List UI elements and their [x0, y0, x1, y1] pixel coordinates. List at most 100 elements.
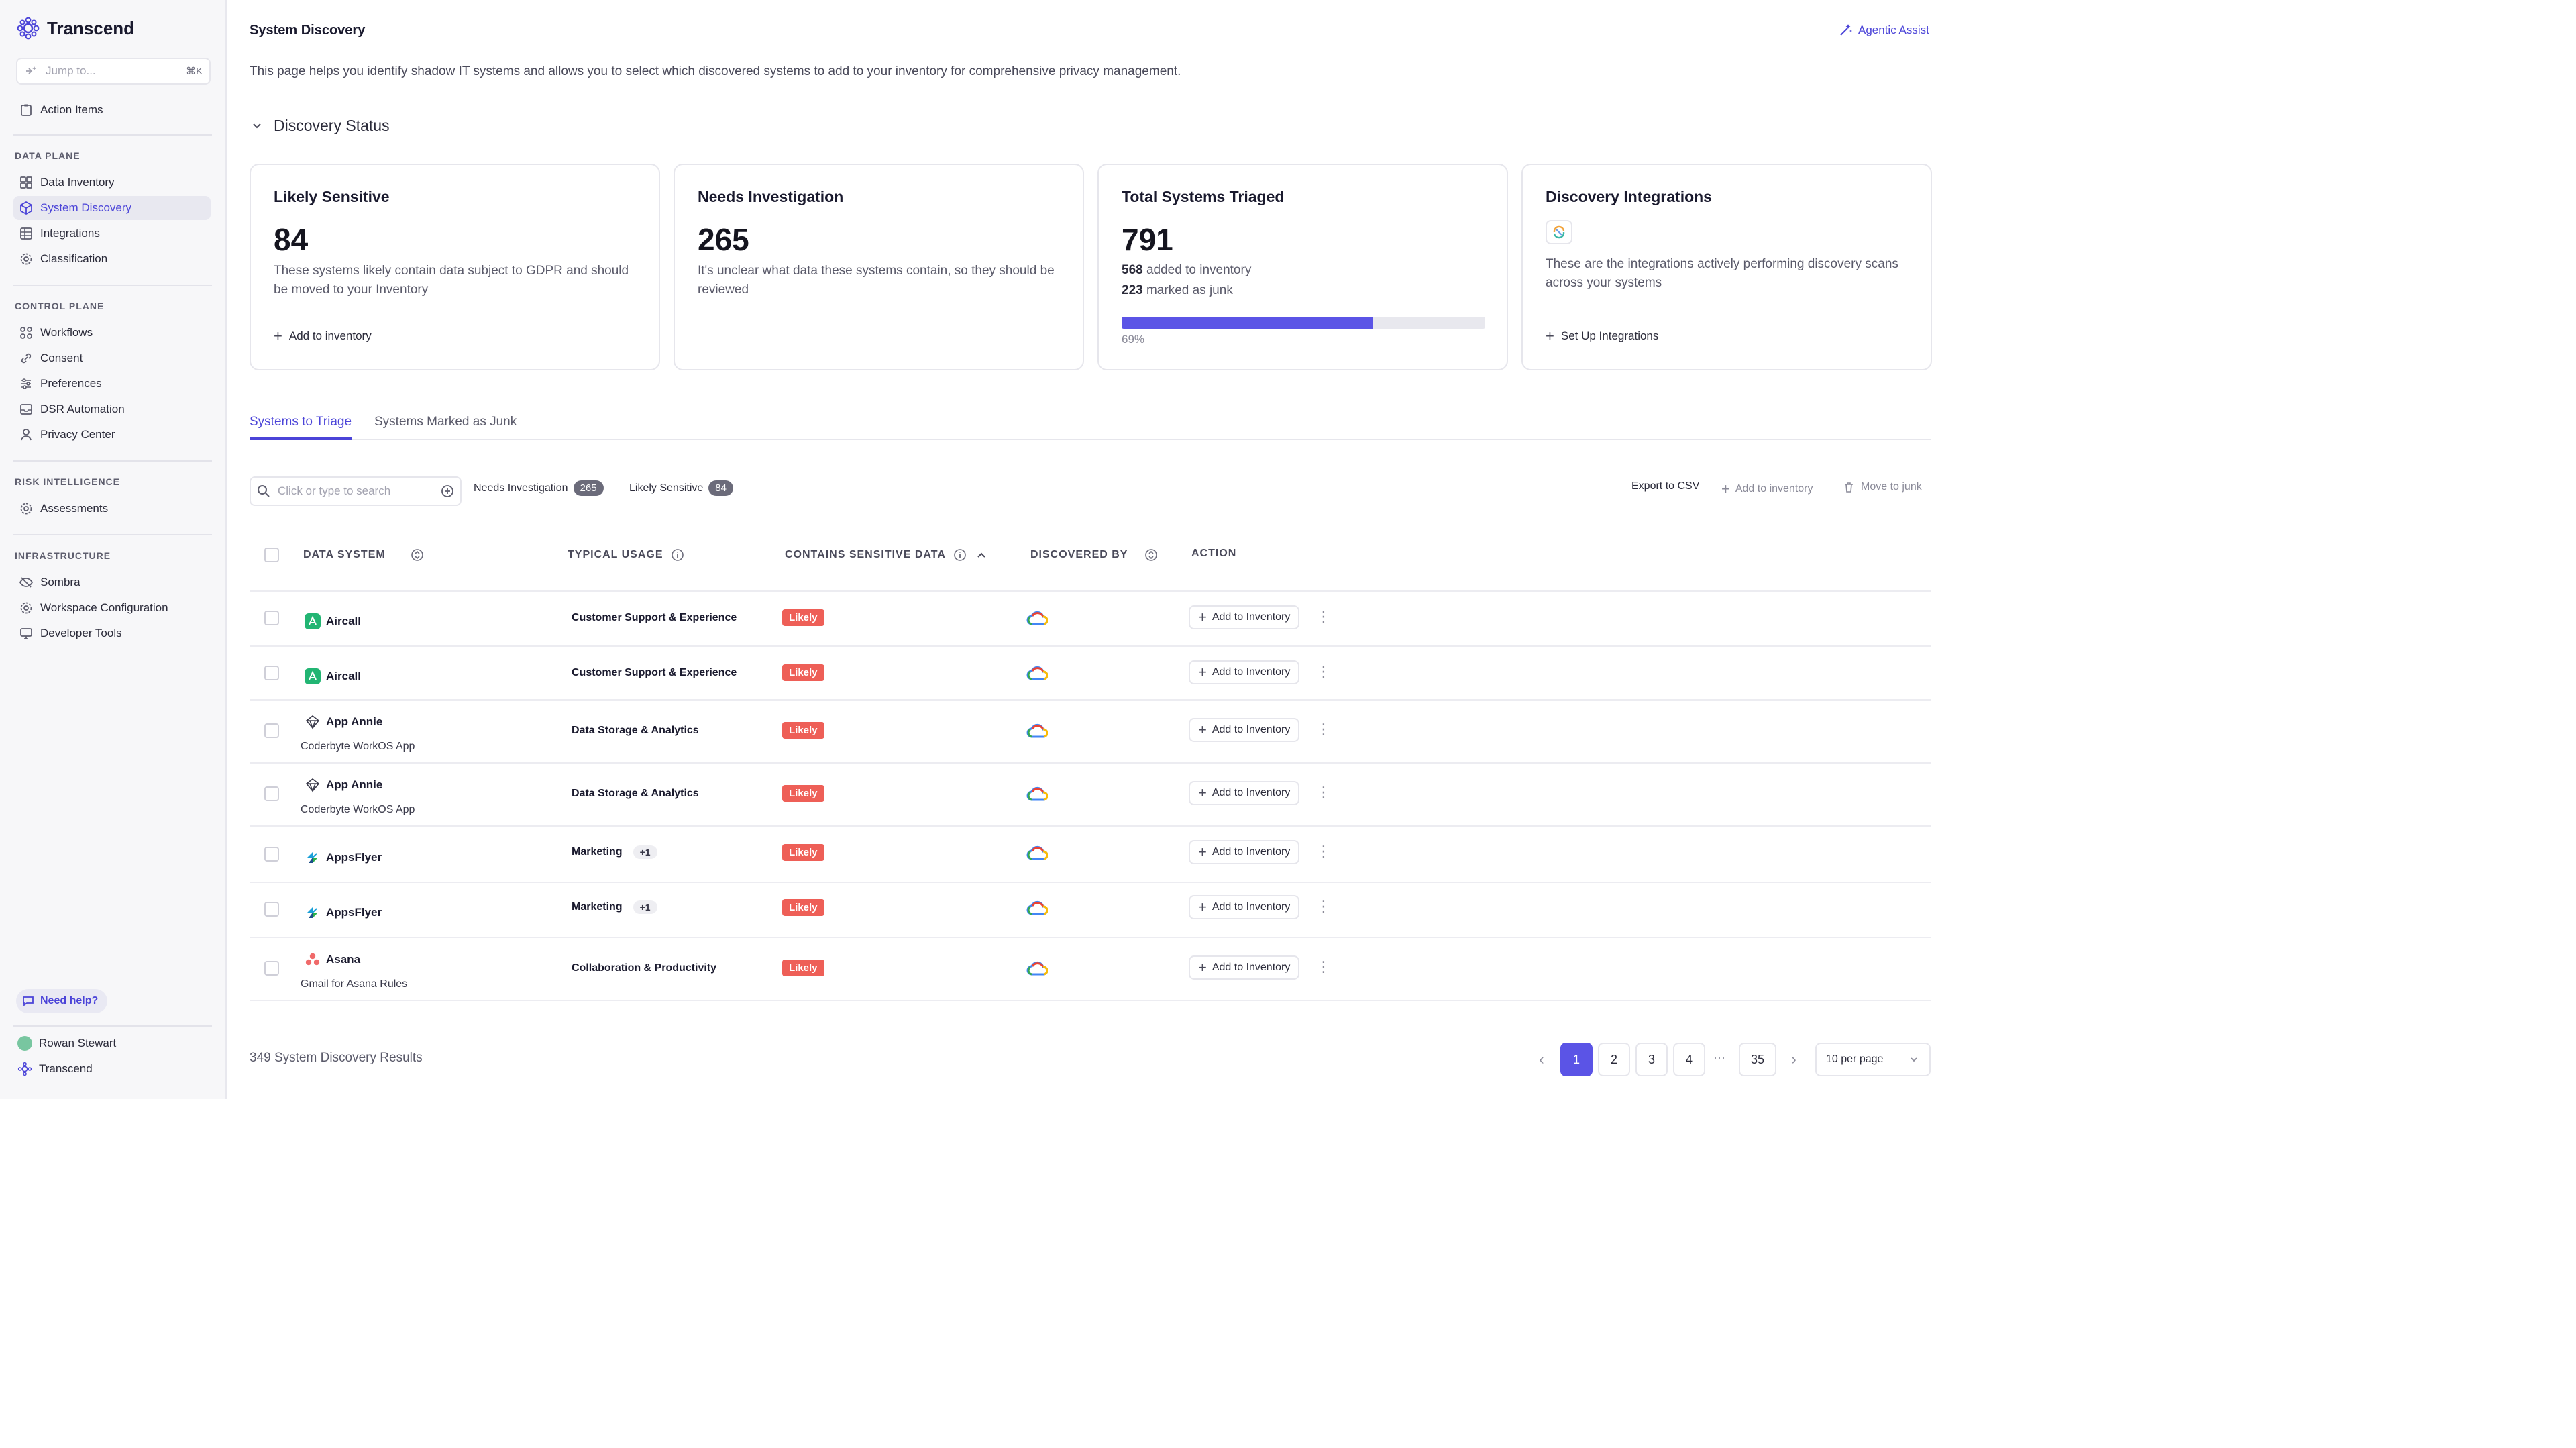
more-options-icon[interactable]: ⋮: [1316, 722, 1331, 737]
sidebar-item-preferences[interactable]: Preferences: [13, 372, 211, 396]
move-to-junk-label: Move to junk: [1861, 481, 1922, 493]
sidebar-item-dsr-automation[interactable]: DSR Automation: [13, 397, 211, 421]
org-menu[interactable]: Transcend: [17, 1062, 93, 1076]
next-page-chevron-right-icon[interactable]: ›: [1779, 1043, 1809, 1076]
prev-page-chevron-left-icon[interactable]: ‹: [1527, 1043, 1556, 1076]
chevron-down-icon: [253, 123, 261, 128]
row-checkbox[interactable]: [264, 847, 279, 862]
page-button-4[interactable]: 4: [1673, 1043, 1705, 1076]
row-add-to-inventory-button[interactable]: + Add to Inventory: [1189, 718, 1300, 742]
column-header-data-system[interactable]: DATA SYSTEM: [303, 548, 425, 562]
row-checkbox[interactable]: [264, 902, 279, 917]
row-checkbox[interactable]: [264, 961, 279, 976]
filter-likely-sensitive[interactable]: Likely Sensitive 84: [629, 480, 733, 496]
sidebar-item-sombra[interactable]: Sombra: [13, 570, 211, 594]
set-up-integrations-button[interactable]: + Set Up Integrations: [1546, 329, 1658, 344]
card-title: Discovery Integrations: [1546, 188, 1712, 205]
per-page-select[interactable]: 10 per page: [1815, 1043, 1931, 1076]
row-add-to-inventory-button[interactable]: + Add to Inventory: [1189, 660, 1300, 684]
add-to-inventory-button[interactable]: + Add to inventory: [274, 329, 372, 344]
more-usage-badge[interactable]: +1: [633, 900, 657, 914]
sidebar-item-integrations[interactable]: Integrations: [13, 221, 211, 246]
row-add-to-inventory-button[interactable]: + Add to Inventory: [1189, 781, 1300, 805]
search-icon: [258, 485, 270, 497]
column-header-typical-usage[interactable]: TYPICAL USAGE: [568, 548, 685, 562]
data-system-name[interactable]: Aircall: [305, 613, 361, 629]
sort-icon[interactable]: [1144, 548, 1159, 562]
move-to-junk-button[interactable]: Move to junk: [1842, 480, 1922, 494]
row-add-to-inventory-button[interactable]: + Add to Inventory: [1189, 955, 1300, 980]
user-menu[interactable]: Rowan Stewart: [17, 1036, 116, 1051]
add-filter-icon[interactable]: [440, 484, 455, 499]
chevron-up-icon[interactable]: [974, 548, 989, 562]
data-system-name[interactable]: Asana: [305, 951, 360, 968]
sidebar-item-privacy-center[interactable]: Privacy Center: [13, 423, 211, 447]
sidebar-divider: [13, 134, 212, 136]
integration-logo[interactable]: [1546, 220, 1572, 244]
page-button-2[interactable]: 2: [1598, 1043, 1630, 1076]
column-header-contains-sensitive-data[interactable]: CONTAINS SENSITIVE DATA: [785, 548, 989, 562]
filter-label: Likely Sensitive: [629, 482, 704, 494]
card-value: 791: [1122, 222, 1173, 257]
row-checkbox[interactable]: [264, 666, 279, 680]
usage-label: Collaboration & Productivity: [572, 962, 717, 974]
sidebar-item-workspace-configuration[interactable]: Workspace Configuration: [13, 596, 211, 620]
data-system-name[interactable]: App Annie: [305, 714, 382, 730]
column-header-label: DATA SYSTEM: [303, 549, 386, 560]
export-to-csv-button[interactable]: Export to CSV: [1631, 480, 1699, 493]
data-system-name[interactable]: AppsFlyer: [305, 849, 382, 866]
agentic-assist-button[interactable]: Agentic Assist: [1838, 23, 1929, 38]
column-header-discovered-by[interactable]: DISCOVERED BY: [1030, 548, 1159, 562]
row-checkbox[interactable]: [264, 611, 279, 625]
row-checkbox[interactable]: [264, 723, 279, 738]
sidebar-item-label: Preferences: [40, 377, 102, 390]
page-button-35[interactable]: 35: [1739, 1043, 1776, 1076]
data-system-name[interactable]: Aircall: [305, 668, 361, 684]
sidebar-item-classification[interactable]: Classification: [13, 247, 211, 271]
sidebar-item-system-discovery[interactable]: System Discovery: [13, 196, 211, 220]
row-add-to-inventory-button[interactable]: + Add to Inventory: [1189, 840, 1300, 864]
more-options-icon[interactable]: ⋮: [1316, 785, 1331, 800]
sidebar-item-label: Classification: [40, 252, 108, 265]
tab-systems-to-triage[interactable]: Systems to Triage: [250, 415, 352, 440]
avatar: [17, 1036, 32, 1051]
filter-needs-investigation[interactable]: Needs Investigation 265: [474, 480, 604, 496]
page-button-3[interactable]: 3: [1635, 1043, 1668, 1076]
row-add-to-inventory-button[interactable]: + Add to Inventory: [1189, 895, 1300, 919]
sidebar-item-action-items[interactable]: Action Items: [13, 98, 211, 122]
chevron-down-icon: [1911, 1057, 1917, 1062]
jump-to-input[interactable]: Jump to... ⌘K: [16, 58, 211, 85]
sort-icon[interactable]: [410, 548, 425, 562]
sidebar-item-developer-tools[interactable]: Developer Tools: [13, 621, 211, 645]
data-system-name[interactable]: App Annie: [305, 777, 382, 793]
row-add-to-inventory-button[interactable]: + Add to Inventory: [1189, 605, 1300, 629]
sidebar-item-label: System Discovery: [40, 201, 132, 214]
select-all-checkbox[interactable]: [264, 548, 279, 562]
more-options-icon[interactable]: ⋮: [1316, 664, 1331, 679]
row-checkbox[interactable]: [264, 786, 279, 801]
more-options-icon[interactable]: ⋮: [1316, 609, 1331, 624]
search-input[interactable]: Click or type to search: [250, 476, 462, 506]
tab-systems-marked-as-junk[interactable]: Systems Marked as Junk: [374, 415, 517, 440]
app-annie-logo-icon: [305, 715, 320, 730]
bulk-add-to-inventory-button[interactable]: + Add to inventory: [1721, 480, 1813, 498]
data-system-name[interactable]: AppsFlyer: [305, 904, 382, 921]
discovery-status-toggle[interactable]: Discovery Status: [250, 117, 390, 135]
sidebar-item-workflows[interactable]: Workflows: [13, 321, 211, 345]
more-options-icon[interactable]: ⋮: [1316, 844, 1331, 859]
sidebar-item-assessments[interactable]: Assessments: [13, 497, 211, 521]
more-options-icon[interactable]: ⋮: [1316, 899, 1331, 914]
info-icon[interactable]: [953, 548, 967, 562]
sidebar-item-data-inventory[interactable]: Data Inventory: [13, 170, 211, 195]
brand[interactable]: Transcend: [16, 16, 134, 40]
card-title: Total Systems Triaged: [1122, 188, 1285, 205]
more-usage-badge[interactable]: +1: [633, 845, 657, 859]
more-options-icon[interactable]: ⋮: [1316, 960, 1331, 974]
info-icon[interactable]: [670, 548, 685, 562]
table-divider: [250, 825, 1931, 827]
need-help-button[interactable]: Need help?: [16, 989, 108, 1013]
workflow-icon: [20, 327, 32, 339]
typical-usage-cell: Customer Support & Experience: [572, 612, 737, 624]
page-button-1[interactable]: 1: [1560, 1043, 1593, 1076]
sidebar-item-consent[interactable]: Consent: [13, 346, 211, 370]
